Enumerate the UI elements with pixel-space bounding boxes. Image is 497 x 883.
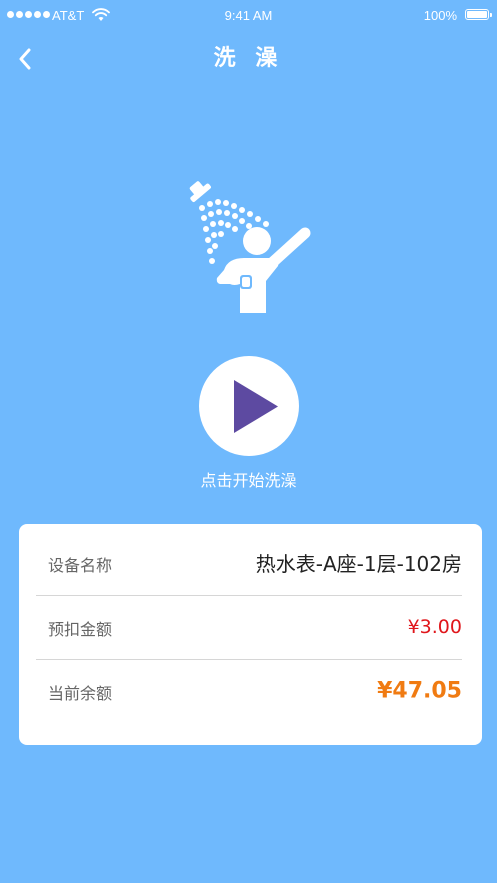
battery-icon <box>465 9 492 20</box>
device-name-row: 设备名称 热水表-A座-1层-102房 <box>36 532 462 596</box>
deduct-amount-label: 预扣金额 <box>48 620 113 639</box>
start-shower-button[interactable] <box>199 356 299 456</box>
deduct-amount-value: ¥3.00 <box>407 615 462 638</box>
deduct-amount-row: 预扣金额 ¥3.00 <box>36 596 462 660</box>
page-title: 洗 澡 <box>213 46 284 71</box>
shower-person-icon <box>189 181 311 313</box>
play-icon <box>234 380 278 433</box>
status-bar: AT&T 9:41 AM 100% <box>0 0 497 32</box>
shower-screen: AT&T 9:41 AM 100% 洗 澡 点击开始洗澡 设备名称 热水表-A座… <box>0 0 497 883</box>
balance-value: ¥47.05 <box>377 678 462 704</box>
balance-row: 当前余额 ¥47.05 <box>36 660 462 724</box>
shower-details-card: 设备名称 热水表-A座-1层-102房 预扣金额 ¥3.00 当前余额 ¥47.… <box>19 524 482 745</box>
battery-percent: 100% <box>423 8 457 23</box>
balance-label: 当前余额 <box>48 684 113 703</box>
start-shower-label[interactable]: 点击开始洗澡 <box>0 467 497 491</box>
status-time: 9:41 AM <box>224 8 273 23</box>
device-name-label: 设备名称 <box>48 556 113 575</box>
device-name-value: 热水表-A座-1层-102房 <box>255 552 462 577</box>
